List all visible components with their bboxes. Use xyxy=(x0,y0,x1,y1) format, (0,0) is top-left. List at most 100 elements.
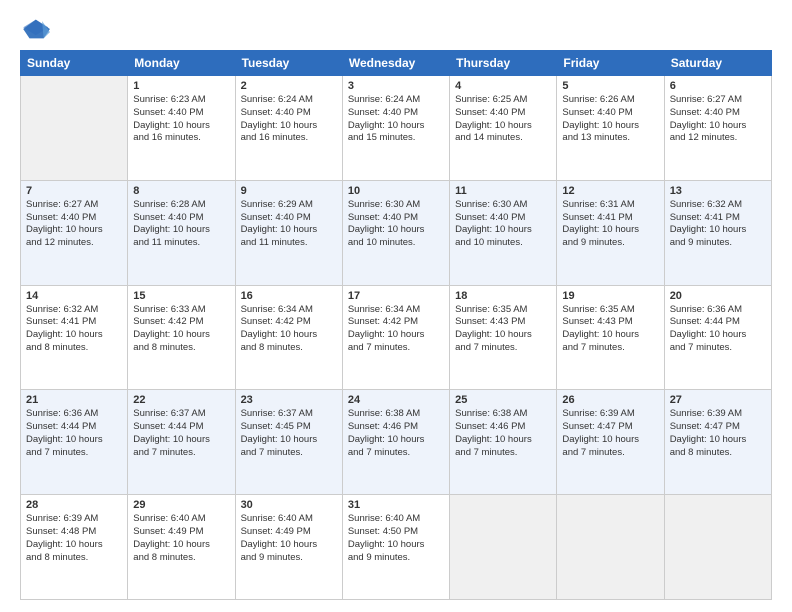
table-row: 6 Sunrise: 6:27 AM Sunset: 4:40 PM Daylig… xyxy=(664,76,771,181)
day-number: 13 xyxy=(670,185,766,197)
table-row: 22Sunrise: 6:37 AM Sunset: 4:44 PM Dayli… xyxy=(128,390,235,495)
day-info: Sunrise: 6:35 AM Sunset: 4:43 PM Dayligh… xyxy=(455,304,551,355)
col-thursday: Thursday xyxy=(450,51,557,76)
day-number: 29 xyxy=(133,499,229,511)
day-number: 30 xyxy=(241,499,337,511)
logo-icon xyxy=(20,18,50,40)
day-number: 15 xyxy=(133,290,229,302)
col-monday: Monday xyxy=(128,51,235,76)
col-wednesday: Wednesday xyxy=(342,51,449,76)
day-number: 18 xyxy=(455,290,551,302)
table-row: 18 Sunrise: 6:35 AM Sunset: 4:43 PM Dayli… xyxy=(450,285,557,390)
table-row: 26 Sunrise: 6:39 AM Sunset: 4:47 PM Dayli… xyxy=(557,390,664,495)
table-row: 25 Sunrise: 6:38 AM Sunset: 4:46 PM Dayli… xyxy=(450,390,557,495)
day-info: Sunrise: 6:40 AM Sunset: 4:50 PM Dayligh… xyxy=(348,513,444,564)
calendar-row: 1 Sunrise: 6:23 AM Sunset: 4:40 PM Daylig… xyxy=(21,76,772,181)
day-info: Sunrise: 6:34 AM Sunset: 4:42 PM Dayligh… xyxy=(241,304,337,355)
day-info: Sunrise: 6:24 AM Sunset: 4:40 PM Dayligh… xyxy=(241,94,337,145)
table-row: 3 Sunrise: 6:24 AM Sunset: 4:40 PM Daylig… xyxy=(342,76,449,181)
table-row xyxy=(21,76,128,181)
table-row: 30 Sunrise: 6:40 AM Sunset: 4:49 PM Dayli… xyxy=(235,495,342,600)
table-row: 10Sunrise: 6:30 AM Sunset: 4:40 PM Dayli… xyxy=(342,180,449,285)
day-number: 23 xyxy=(241,394,337,406)
day-info: Sunrise: 6:30 AM Sunset: 4:40 PM Dayligh… xyxy=(455,199,551,250)
day-number: 22 xyxy=(133,394,229,406)
day-info: Sunrise: 6:37 AM Sunset: 4:45 PM Dayligh… xyxy=(241,408,337,459)
table-row: 13 Sunrise: 6:32 AM Sunset: 4:41 PM Dayli… xyxy=(664,180,771,285)
table-row: 21Sunrise: 6:36 AM Sunset: 4:44 PM Dayli… xyxy=(21,390,128,495)
table-row xyxy=(557,495,664,600)
day-number: 31 xyxy=(348,499,444,511)
day-number: 16 xyxy=(241,290,337,302)
day-number: 12 xyxy=(562,185,658,197)
table-row: 4 Sunrise: 6:25 AM Sunset: 4:40 PM Daylig… xyxy=(450,76,557,181)
day-info: Sunrise: 6:33 AM Sunset: 4:42 PM Dayligh… xyxy=(133,304,229,355)
day-info: Sunrise: 6:35 AM Sunset: 4:43 PM Dayligh… xyxy=(562,304,658,355)
day-info: Sunrise: 6:31 AM Sunset: 4:41 PM Dayligh… xyxy=(562,199,658,250)
calendar-row: 21Sunrise: 6:36 AM Sunset: 4:44 PM Dayli… xyxy=(21,390,772,495)
day-info: Sunrise: 6:36 AM Sunset: 4:44 PM Dayligh… xyxy=(670,304,766,355)
calendar-row: 14Sunrise: 6:32 AM Sunset: 4:41 PM Dayli… xyxy=(21,285,772,390)
calendar-row: 28 Sunrise: 6:39 AM Sunset: 4:48 PM Dayli… xyxy=(21,495,772,600)
day-number: 26 xyxy=(562,394,658,406)
day-number: 8 xyxy=(133,185,229,197)
table-row: 12 Sunrise: 6:31 AM Sunset: 4:41 PM Dayli… xyxy=(557,180,664,285)
col-saturday: Saturday xyxy=(664,51,771,76)
day-number: 1 xyxy=(133,80,229,92)
table-row: 20Sunrise: 6:36 AM Sunset: 4:44 PM Dayli… xyxy=(664,285,771,390)
table-row: 8 Sunrise: 6:28 AM Sunset: 4:40 PM Daylig… xyxy=(128,180,235,285)
day-number: 5 xyxy=(562,80,658,92)
day-info: Sunrise: 6:40 AM Sunset: 4:49 PM Dayligh… xyxy=(241,513,337,564)
table-row: 5 Sunrise: 6:26 AM Sunset: 4:40 PM Daylig… xyxy=(557,76,664,181)
day-number: 27 xyxy=(670,394,766,406)
table-row: 27 Sunrise: 6:39 AM Sunset: 4:47 PM Dayli… xyxy=(664,390,771,495)
day-info: Sunrise: 6:27 AM Sunset: 4:40 PM Dayligh… xyxy=(670,94,766,145)
day-info: Sunrise: 6:39 AM Sunset: 4:48 PM Dayligh… xyxy=(26,513,122,564)
table-row: 17 Sunrise: 6:34 AM Sunset: 4:42 PM Dayli… xyxy=(342,285,449,390)
table-row: 1 Sunrise: 6:23 AM Sunset: 4:40 PM Daylig… xyxy=(128,76,235,181)
table-row xyxy=(450,495,557,600)
day-info: Sunrise: 6:30 AM Sunset: 4:40 PM Dayligh… xyxy=(348,199,444,250)
calendar-header-row: Sunday Monday Tuesday Wednesday Thursday… xyxy=(21,51,772,76)
day-number: 3 xyxy=(348,80,444,92)
day-info: Sunrise: 6:39 AM Sunset: 4:47 PM Dayligh… xyxy=(670,408,766,459)
table-row: 31 Sunrise: 6:40 AM Sunset: 4:50 PM Dayli… xyxy=(342,495,449,600)
day-info: Sunrise: 6:39 AM Sunset: 4:47 PM Dayligh… xyxy=(562,408,658,459)
day-number: 11 xyxy=(455,185,551,197)
day-number: 17 xyxy=(348,290,444,302)
day-number: 7 xyxy=(26,185,122,197)
table-row: 23 Sunrise: 6:37 AM Sunset: 4:45 PM Dayli… xyxy=(235,390,342,495)
day-info: Sunrise: 6:26 AM Sunset: 4:40 PM Dayligh… xyxy=(562,94,658,145)
table-row: 29 Sunrise: 6:40 AM Sunset: 4:49 PM Dayli… xyxy=(128,495,235,600)
day-info: Sunrise: 6:24 AM Sunset: 4:40 PM Dayligh… xyxy=(348,94,444,145)
day-info: Sunrise: 6:40 AM Sunset: 4:49 PM Dayligh… xyxy=(133,513,229,564)
col-sunday: Sunday xyxy=(21,51,128,76)
day-number: 25 xyxy=(455,394,551,406)
table-row: 15 Sunrise: 6:33 AM Sunset: 4:42 PM Dayli… xyxy=(128,285,235,390)
day-info: Sunrise: 6:32 AM Sunset: 4:41 PM Dayligh… xyxy=(26,304,122,355)
calendar-table: Sunday Monday Tuesday Wednesday Thursday… xyxy=(20,50,772,600)
day-info: Sunrise: 6:23 AM Sunset: 4:40 PM Dayligh… xyxy=(133,94,229,145)
day-info: Sunrise: 6:25 AM Sunset: 4:40 PM Dayligh… xyxy=(455,94,551,145)
table-row: 19Sunrise: 6:35 AM Sunset: 4:43 PM Dayli… xyxy=(557,285,664,390)
day-info: Sunrise: 6:32 AM Sunset: 4:41 PM Dayligh… xyxy=(670,199,766,250)
day-info: Sunrise: 6:27 AM Sunset: 4:40 PM Dayligh… xyxy=(26,199,122,250)
day-number: 21 xyxy=(26,394,122,406)
day-number: 28 xyxy=(26,499,122,511)
table-row: 24Sunrise: 6:38 AM Sunset: 4:46 PM Dayli… xyxy=(342,390,449,495)
day-info: Sunrise: 6:34 AM Sunset: 4:42 PM Dayligh… xyxy=(348,304,444,355)
day-number: 9 xyxy=(241,185,337,197)
day-info: Sunrise: 6:29 AM Sunset: 4:40 PM Dayligh… xyxy=(241,199,337,250)
col-tuesday: Tuesday xyxy=(235,51,342,76)
day-info: Sunrise: 6:38 AM Sunset: 4:46 PM Dayligh… xyxy=(348,408,444,459)
day-number: 6 xyxy=(670,80,766,92)
col-friday: Friday xyxy=(557,51,664,76)
table-row: 2Sunrise: 6:24 AM Sunset: 4:40 PM Daylig… xyxy=(235,76,342,181)
calendar-row: 7 Sunrise: 6:27 AM Sunset: 4:40 PM Daylig… xyxy=(21,180,772,285)
day-info: Sunrise: 6:38 AM Sunset: 4:46 PM Dayligh… xyxy=(455,408,551,459)
table-row xyxy=(664,495,771,600)
day-number: 4 xyxy=(455,80,551,92)
day-info: Sunrise: 6:28 AM Sunset: 4:40 PM Dayligh… xyxy=(133,199,229,250)
table-row: 11 Sunrise: 6:30 AM Sunset: 4:40 PM Dayli… xyxy=(450,180,557,285)
table-row: 14Sunrise: 6:32 AM Sunset: 4:41 PM Dayli… xyxy=(21,285,128,390)
